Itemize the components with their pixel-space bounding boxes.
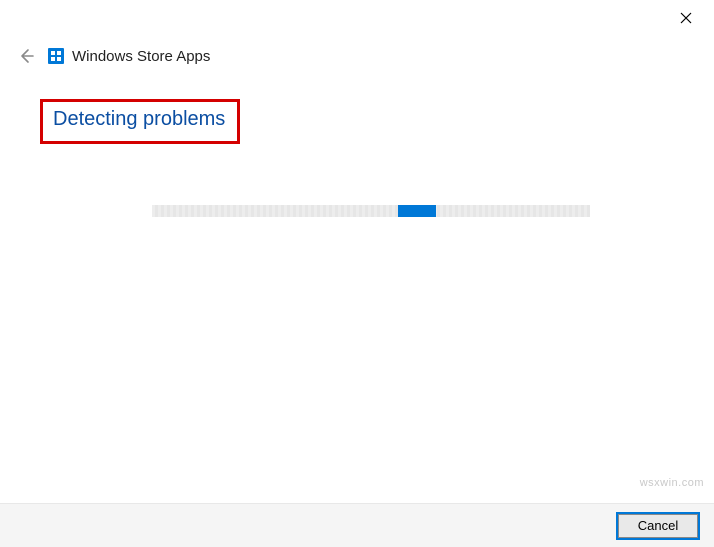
windows-store-icon bbox=[48, 48, 64, 64]
close-button[interactable] bbox=[676, 8, 696, 28]
back-button[interactable] bbox=[14, 44, 38, 68]
back-arrow-icon bbox=[17, 47, 35, 65]
footer: Cancel bbox=[0, 503, 714, 547]
progress-indicator bbox=[398, 205, 436, 217]
watermark-text: wsxwin.com bbox=[640, 477, 704, 489]
close-icon bbox=[680, 12, 692, 24]
status-heading: Detecting problems bbox=[53, 108, 225, 131]
cancel-button[interactable]: Cancel bbox=[618, 514, 698, 538]
progress-bar bbox=[152, 205, 590, 217]
window-title: Windows Store Apps bbox=[72, 48, 210, 65]
status-highlight: Detecting problems bbox=[40, 99, 240, 144]
title-group: Windows Store Apps bbox=[48, 48, 210, 65]
header: Windows Store Apps bbox=[14, 44, 210, 68]
